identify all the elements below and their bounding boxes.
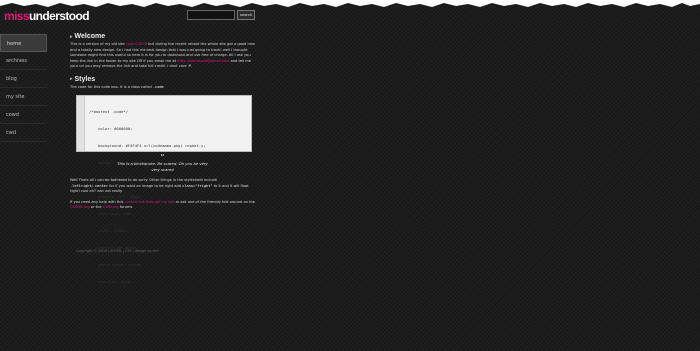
welcome-paragraph: This is a version of my old site coded 2… <box>70 42 255 70</box>
cwd-link[interactable]: CWD.org <box>103 205 119 209</box>
torn-paper-edge <box>0 0 700 7</box>
search-button[interactable]: search <box>237 10 256 20</box>
search-input[interactable] <box>187 10 235 20</box>
old-site-link[interactable]: coded 2002 <box>126 42 147 46</box>
code-box[interactable]: /*boxtext .code*/ color: #000000; backgr… <box>76 95 252 285</box>
styles-text-2: for if you want an image to be right add <box>109 183 182 188</box>
nav-item-blog[interactable]: blog <box>0 70 47 88</box>
styles-text-1: Well Thats all I can be bothered to do s… <box>70 178 218 183</box>
help-text-1: If you need any help with this <box>70 199 124 204</box>
nav-item-home[interactable]: home <box>0 34 47 52</box>
code-center: .center <box>92 183 109 188</box>
cssmb-link[interactable]: CSSMB.org <box>70 205 90 209</box>
code-line: white-space: nowrap; <box>89 262 144 268</box>
footer: Copyright © 2006 | XHTML | CSS | design … <box>76 249 160 253</box>
code-line: color: #000000; <box>89 125 133 131</box>
sidebar-nav: home archives blog my site cowd cwd <box>0 34 47 142</box>
code-line: font-size: 1em; <box>89 211 133 217</box>
nav-item-archives[interactable]: archives <box>0 52 47 70</box>
nav-item-cwd[interactable]: cwd <box>0 124 47 142</box>
logo-part-miss: miss <box>4 9 30 23</box>
code-leftright: .leftright <box>70 183 92 188</box>
code-line: /*boxtext .code*/ <box>89 108 128 114</box>
code-line: overflow: auto; <box>89 279 133 285</box>
styles-intro-code: .code <box>152 84 164 89</box>
site-logo[interactable]: missunderstood <box>4 9 90 23</box>
welcome-text-1: This is a version of my old site <box>70 42 125 46</box>
contact-link[interactable]: contact me through my site <box>124 200 174 204</box>
code-lines: /*boxtext .code*/ color: #000000; backgr… <box>85 96 210 285</box>
code-gutter <box>77 96 85 152</box>
help-text-3: or the <box>90 205 102 210</box>
logo-part-understood: understood <box>28 9 90 23</box>
styles-intro: The code for this code box. It is a clas… <box>70 85 255 91</box>
main-content: ▸ Welcome This is a version of my old sit… <box>70 33 255 285</box>
code-line: width: 470px; <box>89 228 128 234</box>
welcome-heading: ▸ Welcome <box>70 33 255 40</box>
nav-item-my-site[interactable]: my site <box>0 88 47 106</box>
help-text-2: or ask one of the friendly folk around o… <box>175 199 255 204</box>
email-link[interactable]: miss.understood@gmail.com <box>177 59 229 63</box>
styles-intro-text: The code for this code box. It is a clas… <box>70 84 152 89</box>
arrow-right-icon: ▸ <box>70 76 73 83</box>
welcome-title: Welcome <box>74 33 106 40</box>
search-form: search <box>187 10 256 20</box>
code-fright: class="fright" <box>182 183 213 188</box>
help-text-4: forums <box>119 205 133 210</box>
arrow-right-icon: ▸ <box>70 33 73 40</box>
styles-heading: ▸ Styles <box>70 76 255 83</box>
code-line: background: #F4F4F4 url(codemama.png) re… <box>89 142 206 148</box>
nav-item-cowd[interactable]: cowd <box>0 106 47 124</box>
styles-title: Styles <box>74 75 96 83</box>
